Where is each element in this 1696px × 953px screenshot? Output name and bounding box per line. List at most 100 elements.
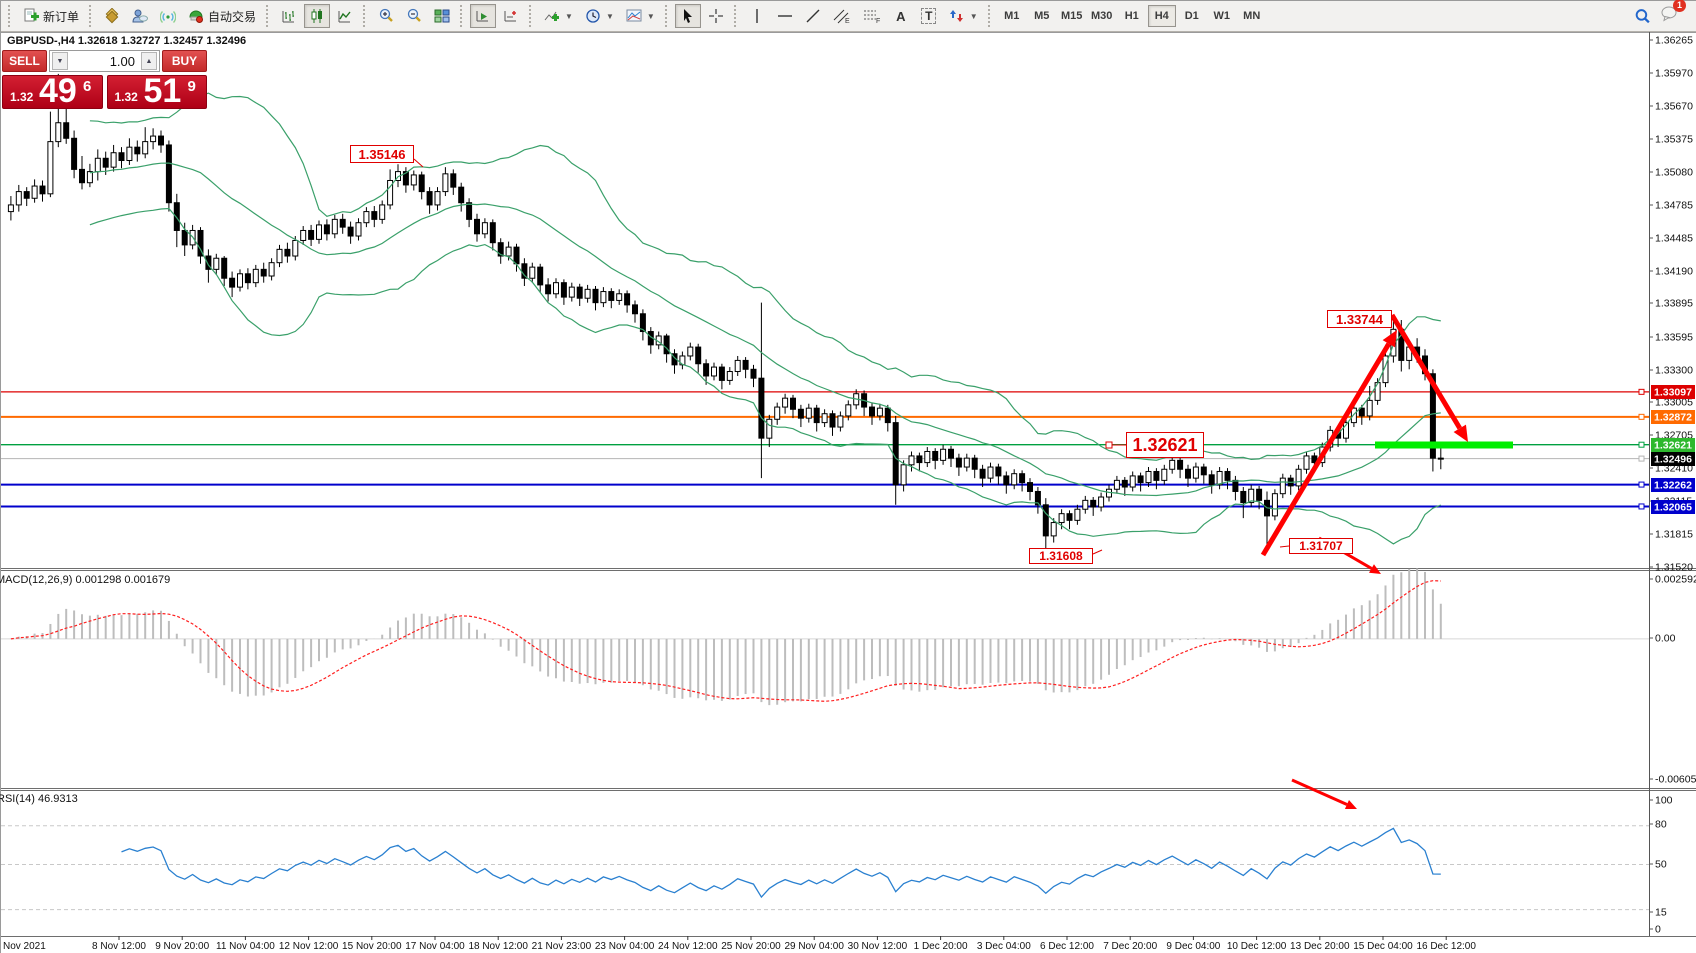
- timeframe-m30[interactable]: M30: [1088, 5, 1116, 27]
- svg-text:1.32496: 1.32496: [1654, 454, 1692, 466]
- svg-text:18 Nov 12:00: 18 Nov 12:00: [468, 941, 528, 952]
- templates-button[interactable]: ▼: [621, 4, 660, 28]
- toolbar-grip[interactable]: [89, 5, 94, 27]
- signal-button[interactable]: [155, 4, 181, 28]
- svg-text:7 Dec 20:00: 7 Dec 20:00: [1103, 941, 1157, 952]
- price-chart-canvas[interactable]: 1.362651.359701.356701.353751.350801.347…: [1, 32, 1696, 953]
- timeframe-mn[interactable]: MN: [1238, 5, 1266, 27]
- indicators-icon: [544, 8, 560, 24]
- toolbar-grip[interactable]: [8, 5, 13, 27]
- timeframe-h4[interactable]: H4: [1148, 5, 1176, 27]
- bollinger-band: [90, 209, 1441, 544]
- trendline-tool-button[interactable]: [800, 4, 826, 28]
- tile-windows-icon: [434, 8, 450, 24]
- sell-price-big: 49: [39, 72, 77, 111]
- svg-text:15 Nov 20:00: 15 Nov 20:00: [342, 941, 402, 952]
- svg-text:15 Dec 04:00: 15 Dec 04:00: [1353, 941, 1413, 952]
- channel-tool-button[interactable]: E: [828, 4, 856, 28]
- data-window-button[interactable]: [127, 4, 153, 28]
- periods-button[interactable]: ▼: [580, 4, 619, 28]
- svg-text:11 Nov 04:00: 11 Nov 04:00: [216, 941, 275, 952]
- fibonacci-tool-button[interactable]: F: [858, 4, 886, 28]
- zoom-out-button[interactable]: [401, 4, 427, 28]
- equidistant-channel-icon: E: [833, 8, 851, 24]
- notifications-button[interactable]: 1: [1661, 5, 1679, 27]
- svg-text:Nov 2021: Nov 2021: [3, 941, 46, 952]
- svg-text:1.31815: 1.31815: [1655, 529, 1693, 541]
- timeframe-bar: M1M5M15M30H1H4D1W1MN: [998, 5, 1266, 27]
- toolbar-grip[interactable]: [988, 5, 993, 27]
- notification-badge: 1: [1673, 0, 1686, 12]
- toolbar-grip[interactable]: [734, 5, 739, 27]
- chevron-down-icon: ▼: [970, 12, 978, 21]
- search-icon[interactable]: [1634, 8, 1651, 25]
- svg-text:29 Nov 04:00: 29 Nov 04:00: [784, 941, 844, 952]
- vertical-line-tool-button[interactable]: [744, 4, 770, 28]
- timeframe-m15[interactable]: M15: [1058, 5, 1086, 27]
- svg-text:8 Nov 12:00: 8 Nov 12:00: [92, 941, 146, 952]
- chevron-down-icon: ▼: [606, 12, 614, 21]
- horizontal-line-tool-button[interactable]: [772, 4, 798, 28]
- chart-title: GBPUSD-,H4 1.32618 1.32727 1.32457 1.324…: [7, 35, 246, 47]
- svg-text:1.33097: 1.33097: [1654, 387, 1692, 399]
- text-tool-icon: A: [896, 9, 905, 24]
- line-chart-icon: [337, 8, 353, 24]
- svg-text:23 Nov 04:00: 23 Nov 04:00: [595, 941, 655, 952]
- text-label-tool-button[interactable]: T: [916, 4, 942, 28]
- sell-button[interactable]: SELL: [2, 50, 47, 72]
- buy-price-display[interactable]: 1.32 51 9: [107, 75, 208, 109]
- timeframe-m1[interactable]: M1: [998, 5, 1026, 27]
- toolbar-grip[interactable]: [266, 5, 271, 27]
- candle-bodies: [8, 123, 1443, 536]
- toolbar-grip[interactable]: [665, 5, 670, 27]
- crosshair-tool-button[interactable]: [703, 4, 729, 28]
- sell-price-display[interactable]: 1.32 49 6: [2, 75, 103, 109]
- volume-value[interactable]: 1.00: [70, 54, 139, 69]
- timeframe-w1[interactable]: W1: [1208, 5, 1236, 27]
- svg-text:50: 50: [1655, 859, 1667, 871]
- candle-chart-mode-button[interactable]: [304, 4, 330, 28]
- buy-price-prefix: 1.32: [115, 90, 138, 104]
- rsi-line: [122, 828, 1441, 897]
- svg-text:1.34785: 1.34785: [1655, 200, 1693, 212]
- autotrading-button[interactable]: 自动交易: [183, 4, 261, 28]
- new-order-button[interactable]: 新订单: [18, 4, 84, 28]
- auto-scroll-button[interactable]: [470, 4, 496, 28]
- svg-text:10 Dec 12:00: 10 Dec 12:00: [1227, 941, 1287, 952]
- svg-text:1.33595: 1.33595: [1655, 332, 1693, 344]
- line-chart-mode-button[interactable]: [332, 4, 358, 28]
- zoom-in-button[interactable]: [373, 4, 399, 28]
- chart-area[interactable]: 1.362651.359701.356701.353751.350801.347…: [1, 32, 1696, 953]
- cursor-tool-button[interactable]: [675, 4, 701, 28]
- crosshair-icon: [708, 8, 724, 24]
- new-order-icon: [23, 8, 39, 24]
- tile-windows-button[interactable]: [429, 4, 455, 28]
- gold-layers-icon: [104, 8, 120, 24]
- svg-text:1.31520: 1.31520: [1655, 562, 1693, 574]
- arrows-tool-button[interactable]: ▼: [944, 4, 983, 28]
- bar-chart-mode-button[interactable]: [276, 4, 302, 28]
- market-watch-button[interactable]: [99, 4, 125, 28]
- indicators-button[interactable]: ▼: [539, 4, 578, 28]
- volume-decrease-button[interactable]: ▼: [52, 52, 68, 70]
- timeframe-d1[interactable]: D1: [1178, 5, 1206, 27]
- svg-text:9 Dec 04:00: 9 Dec 04:00: [1166, 941, 1220, 952]
- one-click-trading-panel: SELL ▼ 1.00 ▲ BUY 1.32 49 6 1.32 51 9: [2, 50, 207, 109]
- toolbar-right: 1: [1634, 5, 1693, 27]
- bollinger-band: [90, 93, 1441, 460]
- toolbar-grip[interactable]: [363, 5, 368, 27]
- chart-shift-button[interactable]: [498, 4, 524, 28]
- timeframe-h1[interactable]: H1: [1118, 5, 1146, 27]
- svg-text:1.35080: 1.35080: [1655, 167, 1693, 179]
- timeframe-m5[interactable]: M5: [1028, 5, 1056, 27]
- volume-stepper[interactable]: ▼ 1.00 ▲: [49, 50, 160, 72]
- buy-button[interactable]: BUY: [162, 50, 207, 72]
- text-tool-button[interactable]: A: [888, 4, 914, 28]
- svg-text:13 Dec 20:00: 13 Dec 20:00: [1290, 941, 1350, 952]
- volume-increase-button[interactable]: ▲: [141, 52, 157, 70]
- trend-arrows: [1263, 315, 1468, 809]
- svg-text:0: 0: [1655, 924, 1661, 936]
- toolbar-grip[interactable]: [460, 5, 465, 27]
- toolbar-grip[interactable]: [529, 5, 534, 27]
- svg-text:21 Nov 23:00: 21 Nov 23:00: [532, 941, 592, 952]
